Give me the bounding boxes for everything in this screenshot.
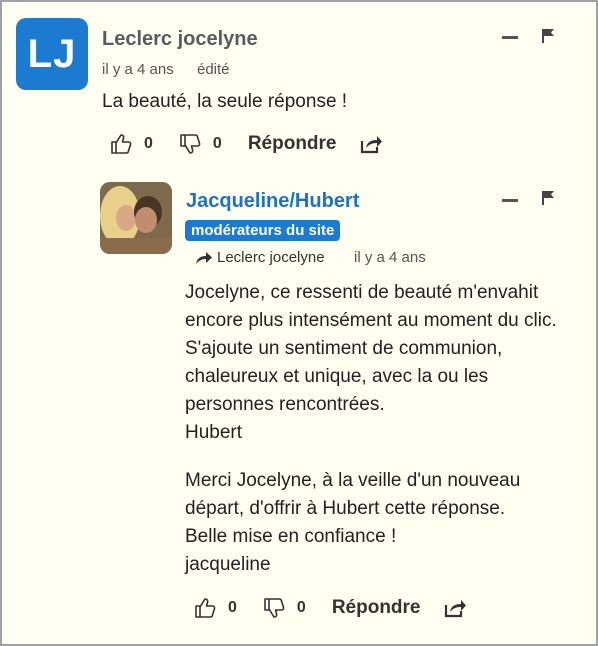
reply-button[interactable]: Répondre: [332, 597, 421, 619]
comment-text: Jocelyne, ce ressenti de beauté m'envahi…: [185, 279, 557, 579]
comment-actions: 0 0 Répondre: [110, 129, 383, 159]
comment-actions: 0 0 Répondre: [194, 593, 467, 623]
text-line: personnes rencontrées.: [185, 394, 385, 415]
flag-icon[interactable]: [541, 28, 555, 44]
text-line: Merci Jocelyne, à la veille d'un nouveau: [185, 470, 521, 491]
text-line: Hubert: [185, 422, 243, 443]
moderator-badge: modérateurs du site: [185, 220, 341, 241]
avatar[interactable]: LJ: [16, 18, 88, 90]
text-line: S'ajoute un sentiment de communion,: [185, 338, 503, 359]
collapse-icon[interactable]: [502, 36, 518, 39]
reply-button[interactable]: Répondre: [248, 133, 337, 155]
text-line: départ, d'offrir à Hubert cette réponse.: [185, 498, 506, 519]
thumbs-up-icon[interactable]: [194, 597, 218, 619]
share-icon[interactable]: [359, 133, 383, 155]
like-count: 0: [144, 135, 153, 152]
comment-author[interactable]: Jacqueline/Hubert: [186, 190, 359, 213]
share-icon[interactable]: [443, 597, 467, 619]
collapse-icon[interactable]: [502, 199, 518, 202]
edited-label: édité: [197, 61, 230, 78]
text-line: Jocelyne, ce ressenti de beauté m'envahi…: [185, 282, 539, 303]
thumbs-down-icon[interactable]: [179, 133, 203, 155]
avatar-initials: LJ: [27, 31, 77, 76]
thumbs-down-icon[interactable]: [263, 597, 287, 619]
avatar[interactable]: [100, 182, 172, 254]
avatar-photo: [100, 182, 172, 254]
dislike-count: 0: [296, 599, 306, 616]
text-line: chaleureux et unique, avec la ou les: [185, 366, 489, 387]
like-count: 0: [228, 599, 237, 616]
dislike-count: 0: [212, 135, 222, 152]
comment-timestamp[interactable]: il y a 4 ans: [102, 61, 174, 78]
text-line: Belle mise en confiance !: [185, 526, 397, 547]
thumbs-up-icon[interactable]: [110, 133, 134, 155]
reply-arrow-icon: [196, 251, 212, 264]
text-line: encore plus intensément au moment du cli…: [185, 310, 557, 331]
comment-timestamp[interactable]: il y a 4 ans: [354, 249, 426, 266]
comment-text: La beauté, la seule réponse !: [102, 91, 348, 112]
reply-to-author: Leclerc jocelyne: [217, 249, 325, 266]
flag-icon[interactable]: [541, 190, 555, 206]
text-line: jacqueline: [185, 554, 271, 575]
comment-author[interactable]: Leclerc jocelyne: [102, 28, 258, 51]
reply-to[interactable]: Leclerc jocelyne: [195, 249, 325, 266]
